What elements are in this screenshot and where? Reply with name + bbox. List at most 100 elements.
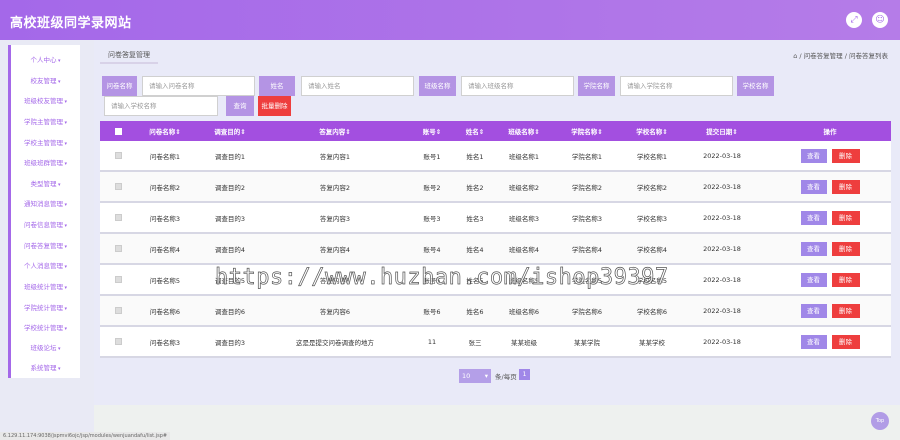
cell-reply-content: 答复内容3: [319, 214, 351, 223]
sidebar-item-questionnaire-reply[interactable]: 问卷答复管理: [11, 237, 80, 255]
view-button[interactable]: 查看: [800, 179, 827, 194]
col-name[interactable]: 姓名⇕: [455, 121, 495, 141]
table-row: 问卷名称6 调查目的6 答复内容6 账号6 姓名6 班级名称6 学院名称6 学校名称6 2022…: [100, 296, 891, 327]
name-label: 姓名: [259, 76, 295, 96]
view-button[interactable]: 查看: [800, 303, 827, 318]
batch-delete-button[interactable]: 批量删除: [258, 96, 291, 116]
col-purpose[interactable]: 调查目的⇕: [200, 121, 260, 141]
cell-questionnaire-name: 问卷名称5: [149, 276, 181, 285]
sidebar: 个人中心 校友管理 班级校友管理 学院主管管理 学校主管管理 班级班群管理 类型…: [8, 45, 80, 378]
cell-questionnaire-name: 问卷名称3: [149, 214, 181, 223]
page-number-current[interactable]: 1: [519, 369, 530, 380]
sidebar-item-type[interactable]: 类型管理: [11, 175, 80, 193]
col-class-name[interactable]: 班级名称⇕: [495, 121, 553, 141]
col-account[interactable]: 账号⇕: [412, 121, 452, 141]
tab-questionnaire-reply[interactable]: 问卷答复管理: [100, 46, 158, 64]
user-icon[interactable]: ☺: [872, 12, 888, 28]
row-checkbox[interactable]: [108, 203, 128, 232]
delete-button[interactable]: 删除: [831, 272, 860, 287]
school-name-input[interactable]: 请输入学校名称: [104, 96, 218, 116]
sidebar-item-questionnaire[interactable]: 问卷信息管理: [11, 216, 80, 234]
cell-name: 姓名3: [466, 214, 484, 223]
cell-name: 张三: [468, 338, 482, 347]
sidebar-item-class-stats[interactable]: 班级统计管理: [11, 278, 80, 296]
sidebar-item-school-stats[interactable]: 学校统计管理: [11, 319, 80, 337]
back-to-top-button[interactable]: Top: [871, 412, 889, 430]
page-size-select[interactable]: 10 ▾: [459, 369, 491, 383]
cell-reply-content: 答复内容4: [319, 245, 351, 254]
row-checkbox[interactable]: [108, 296, 128, 325]
sidebar-item-class-forum[interactable]: 班级论坛: [11, 339, 80, 357]
status-bar-url: 6.129.11.174:9038/jspmvi6ojc/jsp/modules…: [0, 432, 171, 440]
cell-class-name: 班级名称1: [508, 152, 540, 161]
delete-button[interactable]: 删除: [831, 179, 860, 194]
delete-button[interactable]: 删除: [831, 334, 860, 349]
view-button[interactable]: 查看: [800, 272, 827, 287]
sidebar-item-notice[interactable]: 通知消息管理: [11, 195, 80, 213]
cell-questionnaire-name: 问卷名称6: [149, 307, 181, 316]
col-college-name[interactable]: 学院名称⇕: [558, 121, 616, 141]
top-bar: 高校班级同学录网站 ⤢ ☺: [0, 0, 900, 40]
row-checkbox[interactable]: [108, 265, 128, 294]
sidebar-item-class-alumni[interactable]: 班级校友管理: [11, 92, 80, 110]
col-questionnaire-name[interactable]: 问卷名称⇕: [135, 121, 195, 141]
delete-button[interactable]: 删除: [831, 210, 860, 225]
table-row: 问卷名称4 调查目的4 答复内容4 账号4 姓名4 班级名称4 学院名称4 学校名称4 2022…: [100, 234, 891, 265]
college-name-input[interactable]: 请输入学院名称: [620, 76, 733, 96]
cell-name: 姓名4: [466, 245, 484, 254]
sidebar-item-school-admin[interactable]: 学校主管管理: [11, 134, 80, 152]
cell-questionnaire-name: 问卷名称3: [149, 338, 181, 347]
cell-name: 姓名6: [466, 307, 484, 316]
sidebar-item-alumni[interactable]: 校友管理: [11, 72, 80, 90]
cell-submit-date: 2022-03-18: [703, 213, 741, 222]
questionnaire-name-input[interactable]: 请输入问卷名称: [142, 76, 255, 96]
row-checkbox[interactable]: [108, 141, 128, 170]
sidebar-item-college-admin[interactable]: 学院主管管理: [11, 113, 80, 131]
sidebar-item-class-group[interactable]: 班级班群管理: [11, 154, 80, 172]
sidebar-item-system[interactable]: 系统管理: [11, 359, 80, 377]
col-school-name[interactable]: 学校名称⇕: [623, 121, 681, 141]
name-input[interactable]: 请输入姓名: [301, 76, 414, 96]
cell-submit-date: 2022-03-18: [703, 275, 741, 284]
delete-button[interactable]: 删除: [831, 303, 860, 318]
sidebar-item-college-stats[interactable]: 学院统计管理: [11, 299, 80, 317]
view-button[interactable]: 查看: [800, 148, 827, 163]
fullscreen-icon[interactable]: ⤢: [846, 12, 862, 28]
search-button[interactable]: 查询: [226, 96, 254, 116]
sidebar-item-personal-message[interactable]: 个人消息管理: [11, 257, 80, 275]
cell-school-name: 学校名称6: [636, 307, 668, 316]
cell-school-name: 学校名称1: [636, 152, 668, 161]
view-button[interactable]: 查看: [800, 210, 827, 225]
cell-class-name: 班级名称4: [508, 245, 540, 254]
col-reply-content[interactable]: 答复内容⇕: [285, 121, 385, 141]
cell-class-name: 班级名称3: [508, 214, 540, 223]
view-button[interactable]: 查看: [800, 241, 827, 256]
sidebar-item-personal-center[interactable]: 个人中心: [11, 51, 80, 69]
select-all-checkbox[interactable]: [108, 121, 128, 141]
col-submit-date[interactable]: 提交日期⇕: [691, 121, 753, 141]
delete-button[interactable]: 删除: [831, 148, 860, 163]
row-checkbox[interactable]: [108, 234, 128, 263]
class-name-input[interactable]: 请输入班级名称: [461, 76, 574, 96]
cell-account: 账号4: [423, 245, 441, 254]
app-title: 高校班级同学录网站: [10, 16, 132, 31]
cell-school-name: 学校名称4: [636, 245, 668, 254]
cell-name: 姓名2: [466, 183, 484, 192]
view-button[interactable]: 查看: [800, 334, 827, 349]
reply-table: 问卷名称⇕ 调查目的⇕ 答复内容⇕ 账号⇕ 姓名⇕ 班级名称⇕ 学院名称⇕ 学校…: [100, 121, 891, 358]
cell-class-name: 班级名称2: [508, 183, 540, 192]
row-checkbox[interactable]: [108, 327, 128, 356]
cell-college-name: 学院名称2: [571, 183, 603, 192]
cell-class-name: 班级名称6: [508, 307, 540, 316]
cell-questionnaire-name: 问卷名称1: [149, 152, 181, 161]
college-name-label: 学院名称: [578, 76, 615, 96]
cell-school-name: 某某学校: [639, 338, 665, 347]
row-actions: 查看 删除: [795, 141, 865, 170]
cell-reply-content: 答复内容6: [319, 307, 351, 316]
row-checkbox[interactable]: [108, 172, 128, 201]
cell-purpose: 调查目的3: [214, 338, 246, 347]
delete-button[interactable]: 删除: [831, 241, 860, 256]
school-name-label: 学校名称: [737, 76, 774, 96]
cell-college-name: 学院名称1: [571, 152, 603, 161]
class-name-label: 班级名称: [419, 76, 456, 96]
